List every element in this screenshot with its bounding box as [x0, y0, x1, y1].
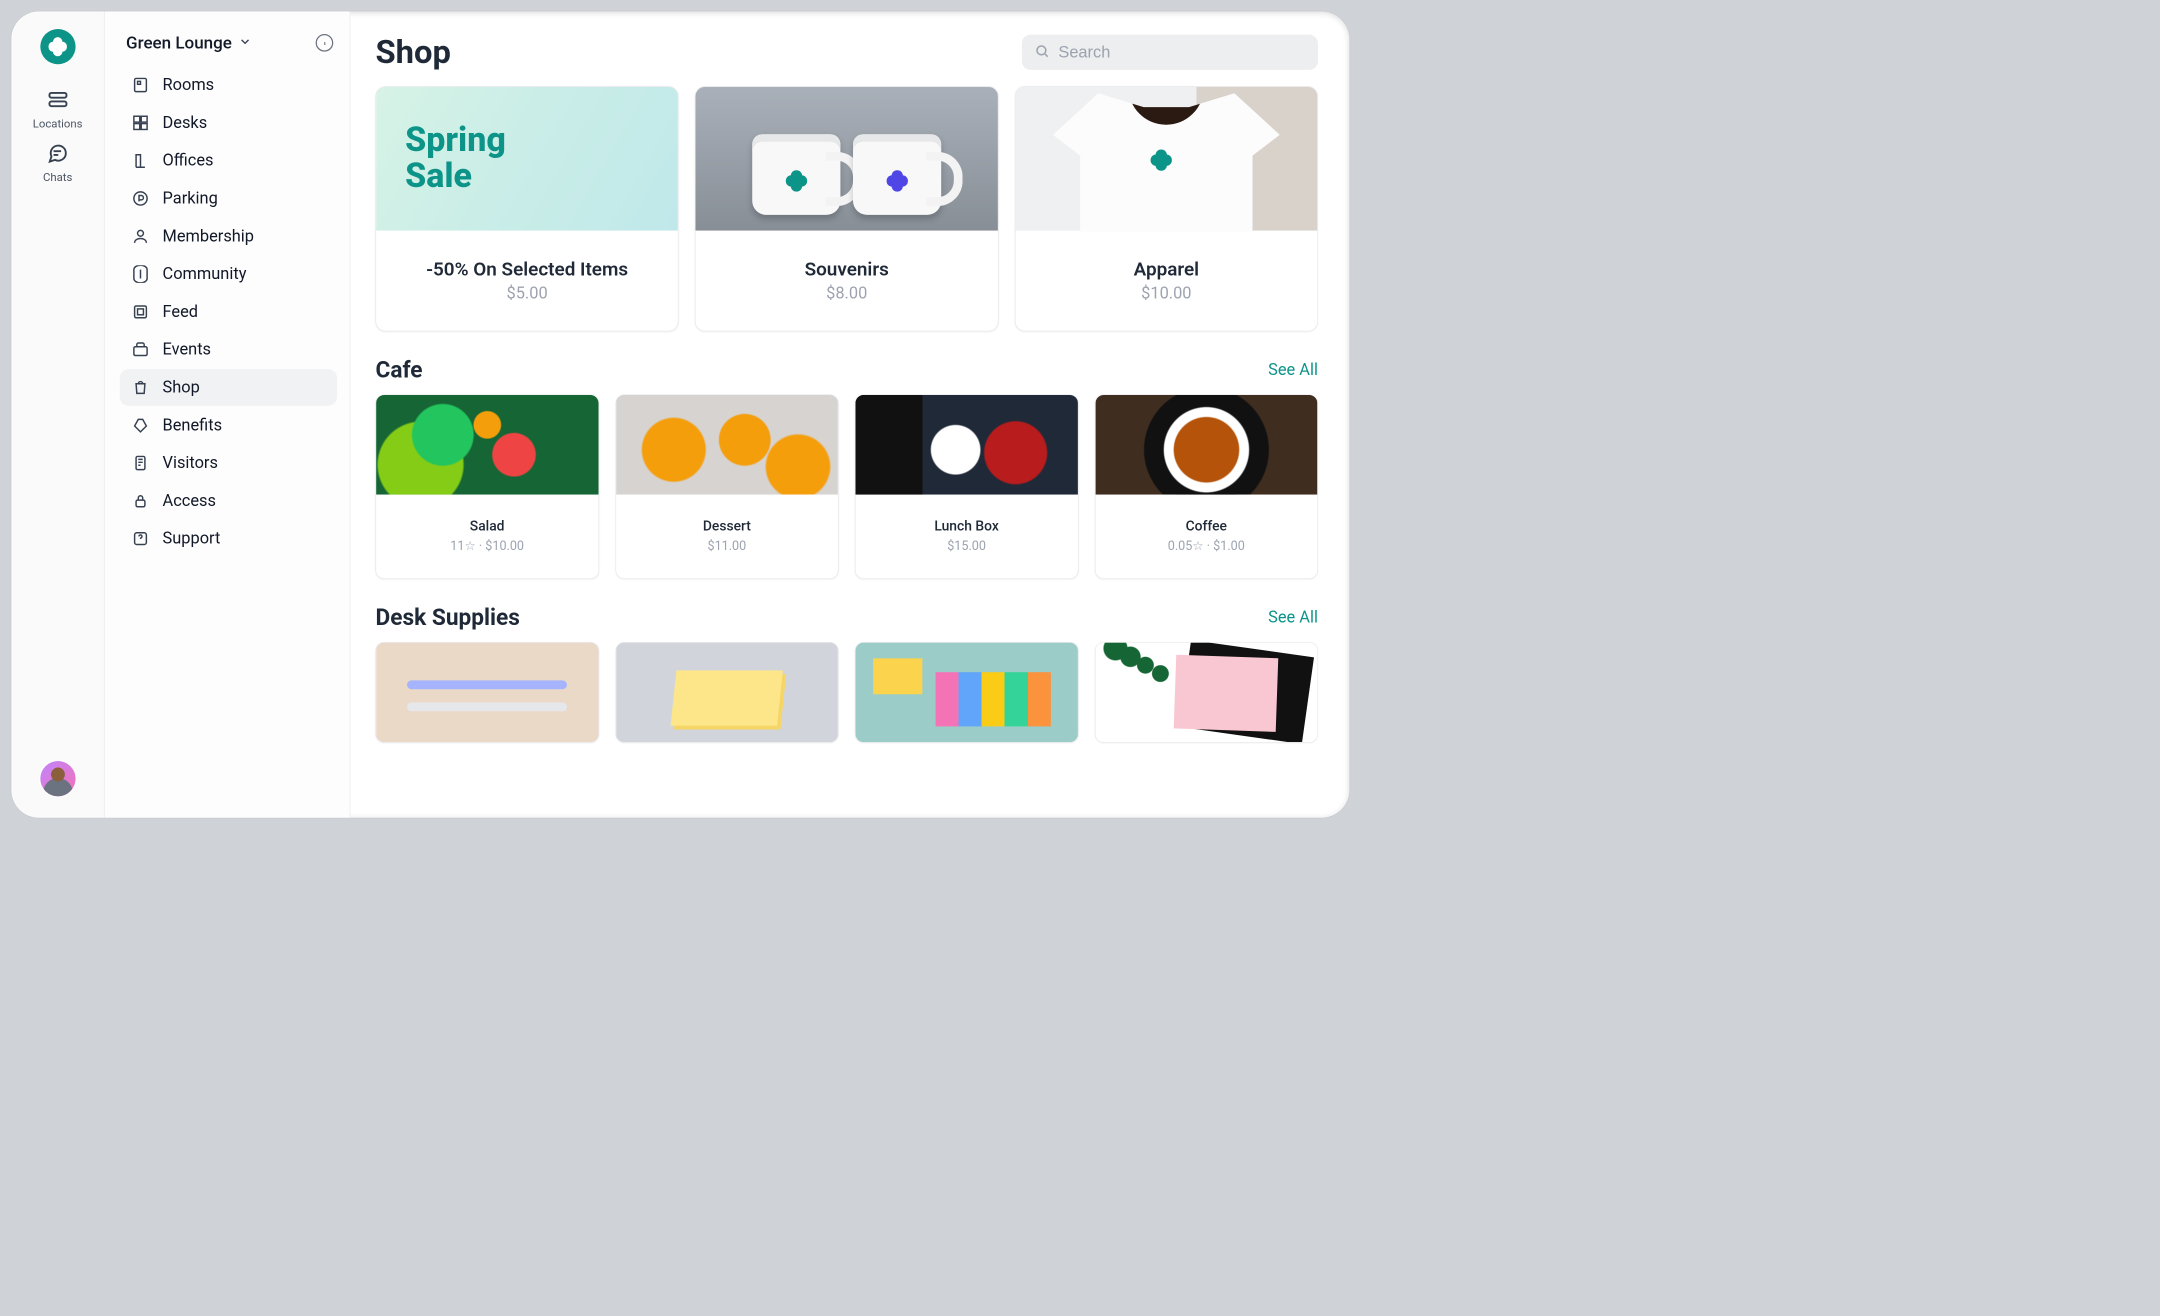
- hero-image: [1015, 87, 1317, 231]
- nav-item-rooms[interactable]: Rooms: [120, 67, 337, 104]
- nav-item-offices[interactable]: Offices: [120, 142, 337, 179]
- nav-item-community[interactable]: Community: [120, 256, 337, 293]
- product-card[interactable]: [855, 642, 1078, 743]
- nav-item-desks[interactable]: Desks: [120, 105, 337, 142]
- locations-icon: [46, 88, 69, 113]
- nav-item-label: Community: [163, 265, 247, 284]
- see-all-link[interactable]: See All: [1268, 360, 1318, 379]
- events-icon: [131, 340, 150, 359]
- search-icon: [1034, 43, 1049, 61]
- user-avatar[interactable]: [40, 761, 75, 796]
- nav-item-parking[interactable]: Parking: [120, 180, 337, 217]
- support-icon: [131, 529, 150, 548]
- product-image: [1095, 395, 1317, 495]
- location-switcher[interactable]: Green Lounge: [126, 33, 252, 53]
- hero-card[interactable]: Apparel $10.00: [1015, 86, 1318, 331]
- product-card[interactable]: [375, 642, 598, 743]
- product-title: Salad: [381, 518, 593, 534]
- product-meta: $11.00: [621, 538, 833, 553]
- offices-icon: [131, 151, 150, 170]
- product-title: Dessert: [621, 518, 833, 534]
- nav-item-access[interactable]: Access: [120, 483, 337, 520]
- parking-icon: [131, 189, 150, 208]
- chevron-down-icon: [238, 33, 252, 53]
- nav-item-feed[interactable]: Feed: [120, 294, 337, 331]
- info-button[interactable]: [316, 34, 334, 52]
- location-name: Green Lounge: [126, 33, 232, 53]
- product-image: [376, 643, 598, 743]
- mini-rail: Locations Chats: [11, 11, 104, 817]
- nav-item-support[interactable]: Support: [120, 520, 337, 557]
- hero-price: $8.00: [702, 284, 991, 303]
- hero-card[interactable]: SpringSale -50% On Selected Items $5.00: [375, 86, 678, 331]
- hero-card[interactable]: Souvenirs $8.00: [695, 86, 998, 331]
- feed-icon: [131, 302, 150, 321]
- section-title: Desk Supplies: [375, 604, 519, 630]
- membership-icon: [131, 227, 150, 246]
- product-card[interactable]: [615, 642, 838, 743]
- hero-title: Apparel: [1022, 258, 1311, 280]
- rail-item-chats[interactable]: Chats: [43, 142, 72, 184]
- search-input[interactable]: [1057, 42, 1305, 63]
- nav-item-events[interactable]: Events: [120, 331, 337, 368]
- secondary-nav: Green Lounge Rooms Desks Offices Parking Mem…: [105, 11, 351, 817]
- nav-item-label: Desks: [163, 113, 208, 132]
- main-content: Shop SpringSale -50% On Selected Items $5.…: [350, 11, 1349, 817]
- hero-title: Souvenirs: [702, 258, 991, 280]
- product-image: [616, 643, 838, 743]
- product-image: [856, 395, 1078, 495]
- product-card[interactable]: Lunch Box $15.00: [855, 394, 1078, 579]
- product-card[interactable]: Salad 11☆ · $10.00: [375, 394, 598, 579]
- shop-icon: [131, 378, 150, 397]
- desks-icon: [131, 113, 150, 132]
- app-logo[interactable]: [40, 29, 75, 64]
- nav-item-label: Membership: [163, 227, 254, 246]
- app-window: Locations Chats Green Lounge: [11, 11, 1349, 817]
- product-card[interactable]: [1095, 642, 1318, 743]
- nav-item-label: Shop: [163, 378, 200, 397]
- product-meta: 11☆ · $10.00: [381, 538, 593, 553]
- nav-item-visitors[interactable]: Visitors: [120, 445, 337, 482]
- product-image: [856, 643, 1078, 743]
- product-card[interactable]: Coffee 0.05☆ · $1.00: [1095, 394, 1318, 579]
- nav-item-label: Benefits: [163, 416, 223, 435]
- nav-item-label: Offices: [163, 151, 214, 170]
- nav-item-shop[interactable]: Shop: [120, 369, 337, 406]
- community-icon: [131, 265, 150, 284]
- nav-item-benefits[interactable]: Benefits: [120, 407, 337, 444]
- rail-item-label: Locations: [33, 117, 83, 130]
- search-box[interactable]: [1022, 34, 1318, 69]
- access-icon: [131, 491, 150, 510]
- chats-icon: [46, 142, 69, 167]
- nav-item-label: Rooms: [163, 76, 215, 95]
- see-all-link[interactable]: See All: [1268, 608, 1318, 627]
- product-card[interactable]: Dessert $11.00: [615, 394, 838, 579]
- rail-item-locations[interactable]: Locations: [33, 88, 83, 130]
- product-title: Coffee: [1100, 518, 1312, 534]
- nav-item-label: Visitors: [163, 454, 218, 473]
- product-title: Lunch Box: [861, 518, 1073, 534]
- hero-image: SpringSale: [376, 87, 678, 231]
- nav-item-label: Support: [163, 529, 221, 548]
- hero-price: $5.00: [382, 284, 671, 303]
- hero-price: $10.00: [1022, 284, 1311, 303]
- product-meta: 0.05☆ · $1.00: [1100, 538, 1312, 553]
- product-image: [616, 395, 838, 495]
- nav-item-label: Feed: [163, 302, 198, 321]
- hero-title: -50% On Selected Items: [382, 258, 671, 280]
- visitors-icon: [131, 454, 150, 473]
- page-title: Shop: [375, 33, 450, 71]
- product-meta: $15.00: [861, 538, 1073, 553]
- nav-item-label: Events: [163, 340, 211, 359]
- product-image: [376, 395, 598, 495]
- hero-image: [696, 87, 998, 231]
- rail-item-label: Chats: [43, 171, 72, 184]
- nav-item-label: Access: [163, 491, 216, 510]
- section-title: Cafe: [375, 357, 422, 383]
- nav-item-membership[interactable]: Membership: [120, 218, 337, 255]
- product-image: [1095, 643, 1317, 743]
- benefits-icon: [131, 416, 150, 435]
- rooms-icon: [131, 76, 150, 95]
- nav-item-label: Parking: [163, 189, 218, 208]
